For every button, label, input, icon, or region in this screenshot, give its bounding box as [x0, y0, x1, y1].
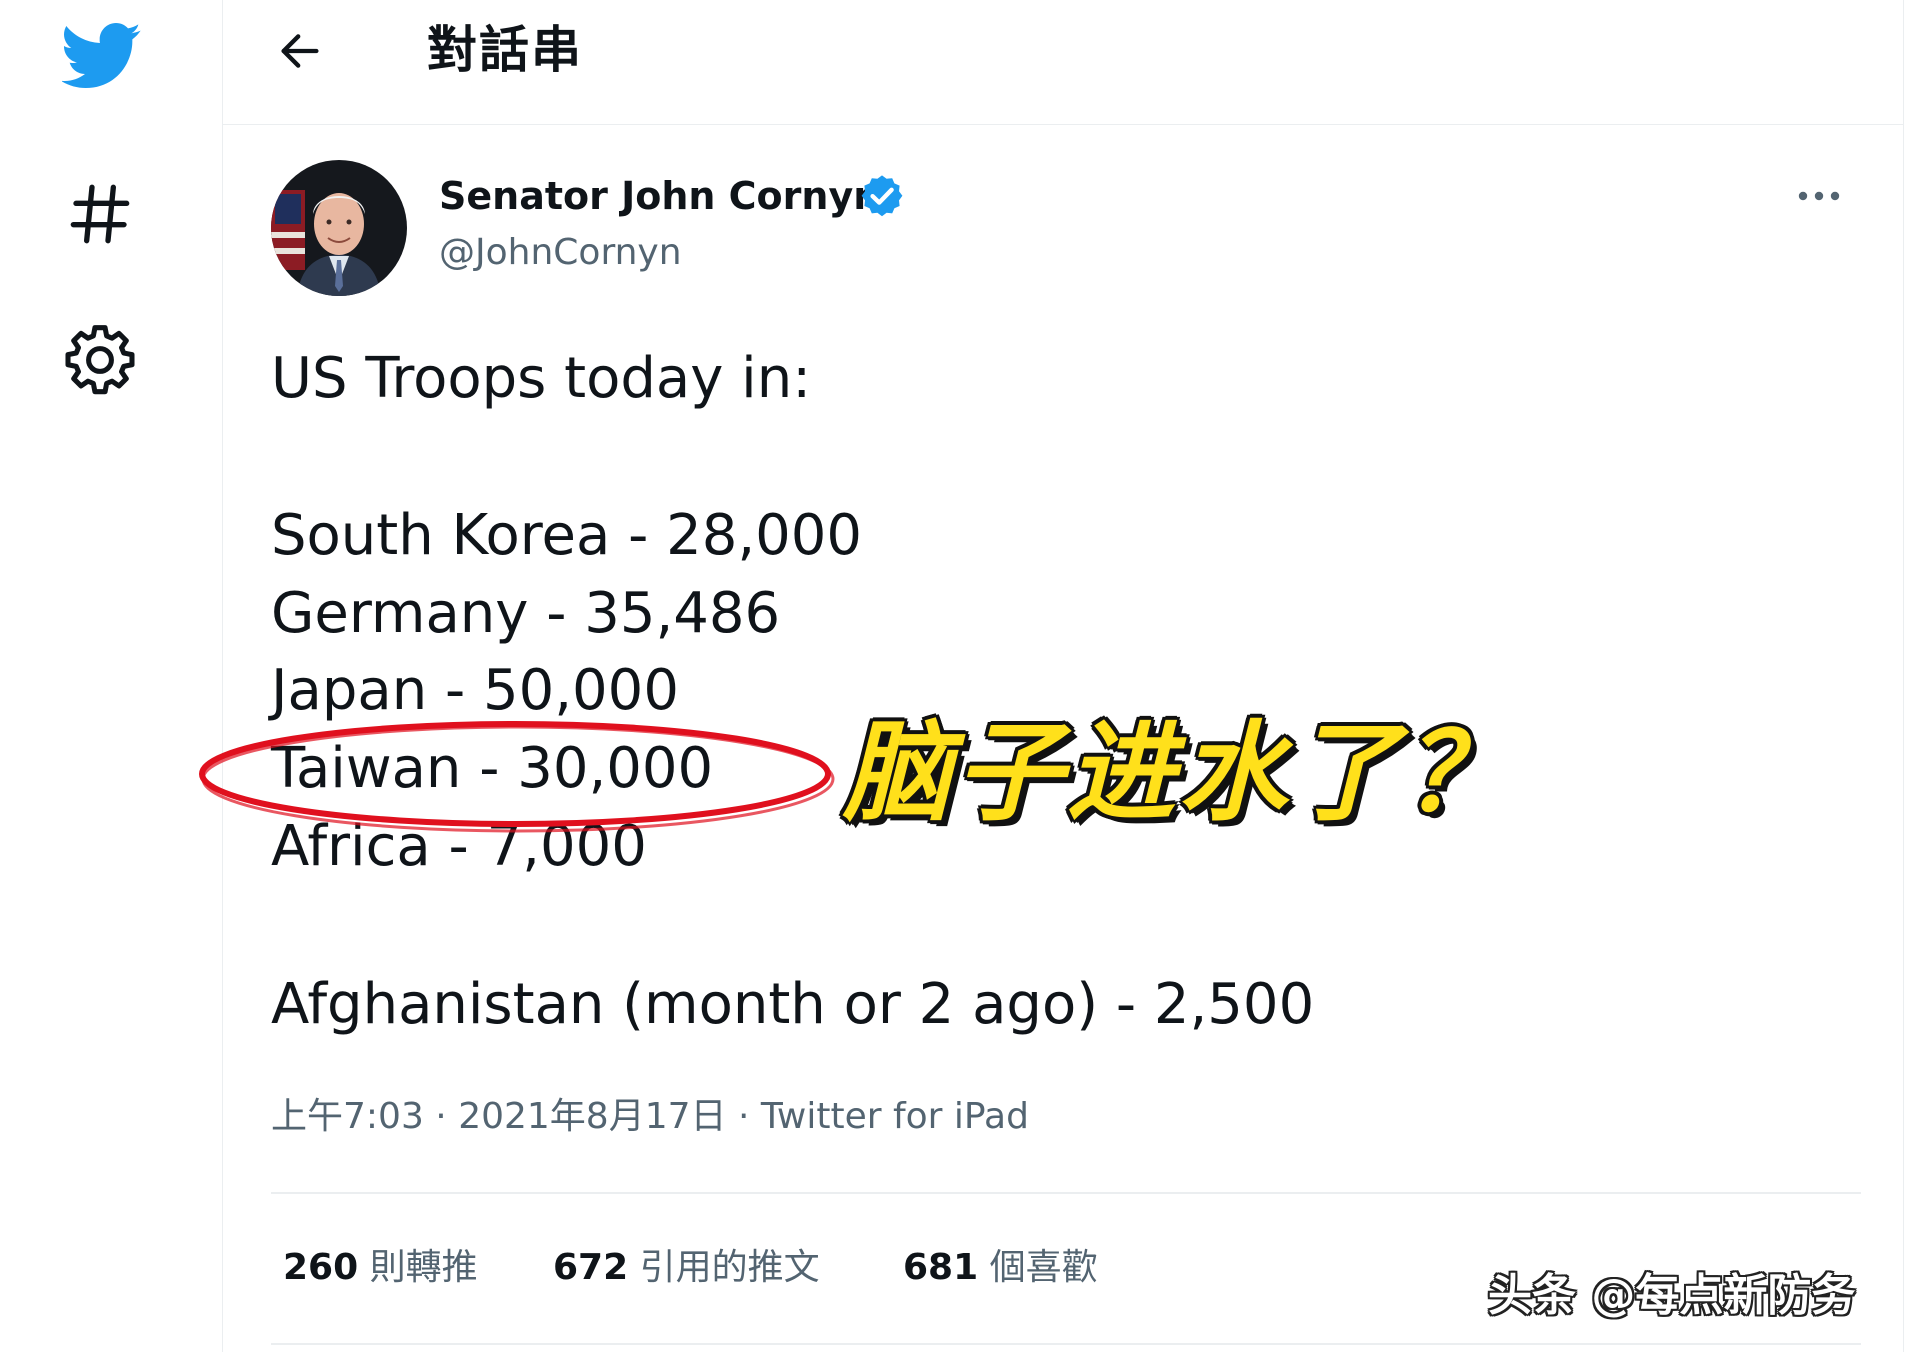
watermark: 头条 @每点新防务	[1488, 1270, 1856, 1321]
quote-label: 引用的推文	[639, 1247, 820, 1288]
like-count-link[interactable]: 681 個喜歡	[903, 1245, 1098, 1291]
verified-badge-icon	[861, 175, 903, 217]
tweet-line-afghanistan: Afghanistan (month or 2 ago) - 2,500	[271, 972, 1315, 1037]
tweet-intro-line: US Troops today in:	[271, 346, 812, 411]
flag-background	[271, 190, 305, 270]
tweet-source-link[interactable]: Twitter for iPad	[761, 1096, 1029, 1137]
thread-header: 對話串	[223, 0, 1903, 125]
tweet-timestamp: 上午7:03 · 2021年8月17日 · Twitter for iPad	[271, 1094, 1029, 1140]
back-arrow-icon	[281, 34, 319, 68]
hashtag-icon[interactable]	[68, 182, 132, 246]
tweet-line-south-korea: South Korea - 28,000	[271, 503, 863, 568]
quote-count: 672	[553, 1247, 629, 1288]
meta-separator: ·	[726, 1096, 761, 1137]
annotation-caption: 脑子进水了？	[843, 711, 1516, 836]
meta-separator: ·	[423, 1096, 459, 1137]
twitter-bird-icon[interactable]	[62, 20, 142, 92]
tweet-time[interactable]: 上午7:03	[271, 1096, 424, 1137]
conversation-column: 對話串 Senator John Cornyn @JohnCornyn US T…	[223, 0, 1904, 1352]
tweet-line-taiwan: Taiwan - 30,000	[271, 736, 714, 801]
divider	[271, 1343, 1861, 1345]
retweet-count: 260	[283, 1247, 359, 1288]
retweet-label: 則轉推	[369, 1247, 478, 1288]
tweet-line-germany: Germany - 35,486	[271, 581, 781, 646]
like-count: 681	[903, 1247, 979, 1288]
retweet-count-link[interactable]: 260 則轉推	[283, 1245, 478, 1291]
tweet-line-japan: Japan - 50,000	[271, 658, 679, 723]
nav-rail	[0, 0, 223, 1352]
more-dots-icon	[1798, 191, 1840, 201]
tweet-date[interactable]: 2021年8月17日	[458, 1096, 726, 1137]
author-handle[interactable]: @JohnCornyn	[439, 230, 682, 276]
quote-count-link[interactable]: 672 引用的推文	[553, 1245, 820, 1291]
back-button[interactable]	[273, 24, 327, 78]
like-label: 個喜歡	[989, 1247, 1098, 1288]
author-name[interactable]: Senator John Cornyn	[439, 172, 880, 220]
settings-gear-icon[interactable]	[62, 322, 138, 398]
divider	[271, 1192, 1861, 1194]
more-options-button[interactable]	[1791, 174, 1847, 218]
avatar[interactable]	[271, 160, 407, 296]
page-title: 對話串	[427, 21, 583, 79]
tweet-line-africa: Africa - 7,000	[271, 814, 647, 879]
